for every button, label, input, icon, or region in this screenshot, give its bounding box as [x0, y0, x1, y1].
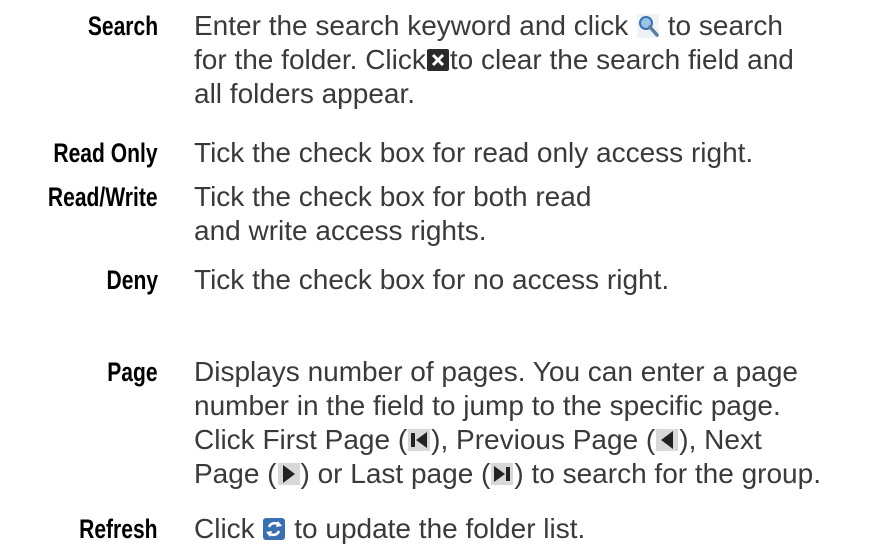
desc-refresh: Click to update the folder list. [194, 513, 586, 544]
term-read-write: Read/Write [48, 182, 158, 212]
search-icon [637, 14, 659, 38]
desc-page: Displays number of pages. You can enter … [194, 356, 821, 489]
desc-deny: Tick the check box for no access right. [194, 264, 670, 295]
previous-page-icon [656, 428, 679, 452]
last-page-icon [491, 462, 514, 486]
next-page-icon [277, 462, 300, 486]
term-read-only: Read Only [53, 138, 158, 168]
term-page: Page [107, 357, 158, 387]
desc-search: Enter the search keyword and click to se… [194, 10, 794, 109]
term-refresh: Refresh [79, 514, 158, 544]
clear-x-icon [426, 48, 449, 72]
refresh-icon [263, 517, 286, 541]
desc-read-write: Tick the check box for both read and wri… [194, 181, 592, 246]
term-deny: Deny [106, 265, 158, 295]
first-page-icon [408, 428, 431, 452]
term-search: Search [87, 11, 158, 41]
desc-read-only: Tick the check box for read only access … [194, 137, 754, 168]
